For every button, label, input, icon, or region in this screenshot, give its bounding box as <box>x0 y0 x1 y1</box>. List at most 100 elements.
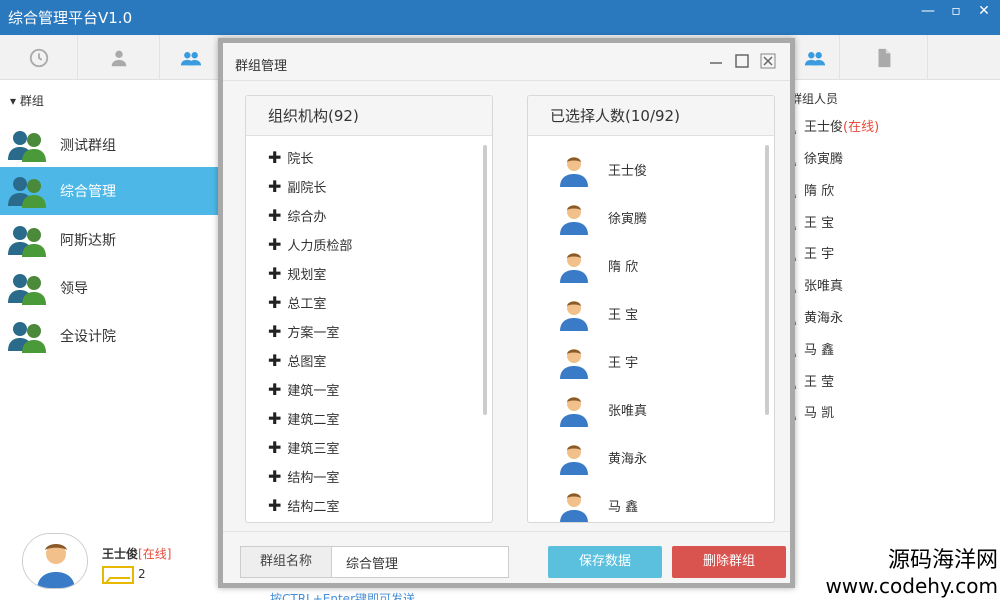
plus-icon[interactable]: ✚ <box>268 380 281 399</box>
save-button[interactable]: 保存数据 <box>548 546 662 578</box>
org-node-label: 结构一室 <box>287 470 340 486</box>
user-avatar-icon <box>23 534 87 588</box>
org-node[interactable]: ✚ 结构二室 <box>268 495 339 515</box>
org-node[interactable]: ✚ 总图室 <box>268 350 326 370</box>
org-node-label: 建筑二室 <box>287 412 340 428</box>
dialog-title-bar: 群组管理 <box>223 43 790 81</box>
clock-icon <box>29 48 48 67</box>
scrollbar[interactable] <box>765 145 769 415</box>
plus-icon[interactable]: ✚ <box>268 351 281 370</box>
maximize-icon[interactable]: ▫ <box>944 2 968 22</box>
sidebar-item-all-institute[interactable]: 全设计院 <box>0 312 222 360</box>
selected-member[interactable]: 王士俊 <box>556 149 647 189</box>
org-node-label: 结构二室 <box>287 499 340 515</box>
org-node[interactable]: ✚ 综合办 <box>268 205 326 225</box>
user-avatar-icon <box>560 301 588 331</box>
dialog-title: 群组管理 <box>235 59 288 74</box>
minimize-icon[interactable] <box>706 51 726 71</box>
sidebar-item-label: 全设计院 <box>60 329 116 345</box>
group-name-label: 群组名称 <box>240 546 332 578</box>
group-name-input[interactable] <box>331 546 509 578</box>
member-status: (在线) <box>843 119 880 135</box>
tab-recent[interactable] <box>0 35 78 80</box>
org-node[interactable]: ✚ 人力质检部 <box>268 234 352 254</box>
plus-icon[interactable]: ✚ <box>268 177 281 196</box>
message-count: 2 <box>138 567 146 581</box>
close-icon[interactable]: ✕ <box>972 2 996 22</box>
member-name: 马 凯 <box>804 405 835 421</box>
org-node[interactable]: ✚ 规划室 <box>268 263 326 283</box>
selected-member[interactable]: 马 鑫 <box>556 485 638 522</box>
org-node[interactable]: ✚ 结构一室 <box>268 466 339 486</box>
org-node-label: 总图室 <box>287 354 327 370</box>
plus-icon[interactable]: ✚ <box>268 467 281 486</box>
group-icon <box>8 226 46 257</box>
org-node[interactable]: ✚ 方案一室 <box>268 321 339 341</box>
scrollbar[interactable] <box>483 145 487 415</box>
title-bar: 综合管理平台V1.0 — ▫ ✕ <box>0 0 1000 35</box>
tab-files[interactable] <box>840 35 928 80</box>
org-node-label: 综合办 <box>287 209 327 225</box>
group-icon <box>8 322 46 353</box>
tab-contacts[interactable] <box>78 35 160 80</box>
watermark-line2: www.codehy.com <box>825 574 998 598</box>
plus-icon[interactable]: ✚ <box>268 322 281 341</box>
plus-icon[interactable]: ✚ <box>268 496 281 515</box>
document-icon <box>878 48 890 67</box>
selected-member[interactable]: 隋 欣 <box>556 245 638 285</box>
user-avatar-icon <box>560 157 588 187</box>
avatar[interactable] <box>22 533 88 589</box>
org-node[interactable]: ✚ 建筑三室 <box>268 437 339 457</box>
members-title: 群组人员 <box>790 92 839 106</box>
org-tree: ✚ 院长 ✚ 副院长 ✚ 综合办 ✚ 人力质检部 ✚ 规划室 ✚ 总工室 ✚ 方案一室 ✚ 总图… <box>246 137 492 522</box>
selected-member-name: 王士俊 <box>608 163 648 179</box>
plus-icon[interactable]: ✚ <box>268 293 281 312</box>
dialog-footer: 群组名称 保存数据 删除群组 <box>223 531 790 581</box>
selected-member[interactable]: 王 宇 <box>556 341 638 381</box>
sidebar-item-label: 综合管理 <box>60 184 116 200</box>
close-icon[interactable] <box>758 51 778 71</box>
selected-member[interactable]: 王 宝 <box>556 293 638 333</box>
selected-member[interactable]: 黄海永 <box>556 437 647 477</box>
selected-member-name: 黄海永 <box>608 451 648 467</box>
selected-list: 王士俊 徐寅腾 隋 欣 王 宝 王 宇 张唯真 黄海永 马 鑫 <box>528 137 774 522</box>
group-icon <box>8 131 46 162</box>
org-node[interactable]: ✚ 建筑一室 <box>268 379 339 399</box>
plus-icon[interactable]: ✚ <box>268 264 281 283</box>
org-node[interactable]: ✚ 建筑二室 <box>268 408 339 428</box>
caret-down-icon: ▾ <box>10 94 17 108</box>
sidebar-item-test-group[interactable]: 测试群组 <box>0 121 222 169</box>
group-header-label: 群组 <box>19 94 44 108</box>
plus-icon[interactable]: ✚ <box>268 148 281 167</box>
selected-member-name: 王 宇 <box>608 355 639 371</box>
member-name: 徐寅腾 <box>804 151 844 167</box>
member-name: 王 莹 <box>804 374 835 390</box>
tab-groups-right[interactable] <box>790 35 840 80</box>
group-header[interactable]: ▾ 群组 <box>10 92 44 109</box>
member-name: 王 宇 <box>804 246 835 262</box>
tab-groups[interactable] <box>160 35 222 80</box>
org-node[interactable]: ✚ 副院长 <box>268 176 326 196</box>
plus-icon[interactable]: ✚ <box>268 206 281 225</box>
plus-icon[interactable]: ✚ <box>268 409 281 428</box>
user-avatar-icon <box>560 445 588 475</box>
sidebar-item-asdas[interactable]: 阿斯达斯 <box>0 216 222 264</box>
maximize-icon[interactable] <box>732 51 752 71</box>
minimize-icon[interactable]: — <box>916 2 940 22</box>
message-icon[interactable] <box>102 565 136 585</box>
plus-icon[interactable]: ✚ <box>268 438 281 457</box>
org-node[interactable]: ✚ 总工室 <box>268 292 326 312</box>
sidebar-item-label: 阿斯达斯 <box>60 233 116 249</box>
sidebar-item-leaders[interactable]: 领导 <box>0 264 222 312</box>
selected-member[interactable]: 徐寅腾 <box>556 197 647 237</box>
sidebar-item-general-mgmt[interactable]: 综合管理 <box>0 167 222 215</box>
plus-icon[interactable]: ✚ <box>268 235 281 254</box>
sidebar-item-label: 领导 <box>60 281 88 297</box>
app-title: 综合管理平台V1.0 <box>8 9 133 27</box>
delete-group-button[interactable]: 删除群组 <box>672 546 786 578</box>
selected-member[interactable]: 张唯真 <box>556 389 647 429</box>
org-node-label: 院长 <box>287 151 314 167</box>
user-avatar-icon <box>560 349 588 379</box>
org-node[interactable]: ✚ 院长 <box>268 147 313 167</box>
org-node-label: 建筑一室 <box>287 383 340 399</box>
